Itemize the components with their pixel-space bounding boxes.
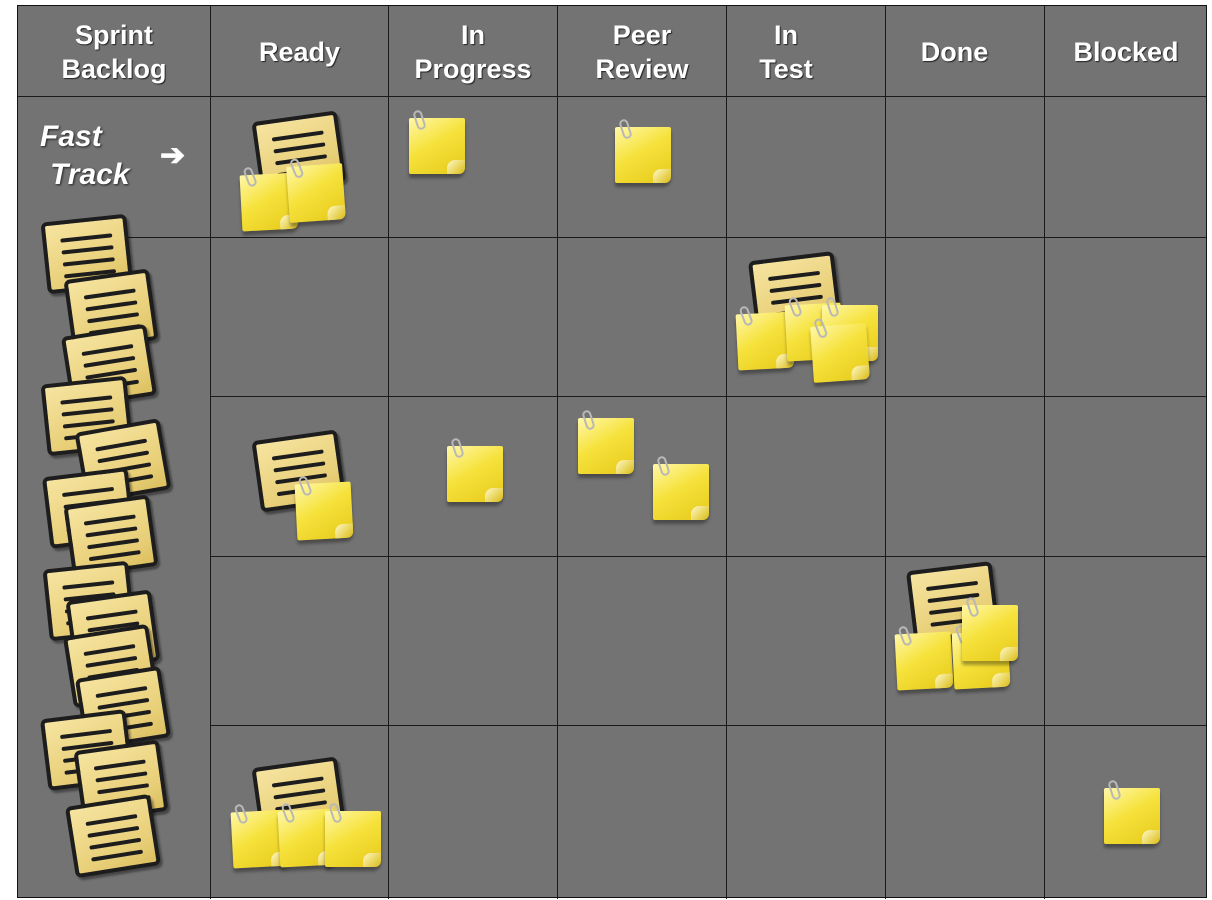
fast-track-line1: Fast [40, 120, 102, 153]
task-note[interactable] [286, 157, 346, 223]
column-header-label: In Progress [414, 19, 532, 84]
story-card[interactable] [64, 793, 162, 879]
task-note[interactable] [1104, 779, 1160, 844]
grid-line [210, 396, 1207, 397]
column-header-label: Ready [258, 36, 341, 67]
task-note[interactable] [810, 317, 870, 383]
fast-track-label: Fast Track [40, 118, 130, 194]
grid-line [388, 6, 389, 899]
task-note[interactable] [325, 802, 381, 867]
grid-line [210, 725, 1207, 726]
task-note[interactable] [294, 475, 354, 541]
column-header-ready: Ready [211, 6, 388, 97]
column-header-label: Sprint Backlog [61, 19, 167, 84]
grid-line [44, 237, 1207, 238]
task-note[interactable] [894, 625, 954, 691]
task-note[interactable] [447, 437, 503, 502]
task-note[interactable] [409, 109, 465, 174]
grid-line [210, 6, 211, 899]
grid-line [726, 6, 727, 899]
grid-line [557, 6, 558, 899]
task-note[interactable] [962, 596, 1018, 661]
column-header-label: In Test [759, 19, 813, 84]
column-header-label: Peer Review [595, 19, 689, 84]
column-header-in-progress: In Progress [389, 6, 557, 97]
column-header-blocked: Blocked [1045, 6, 1207, 97]
fast-track-line2: Track [50, 158, 130, 191]
grid-line [18, 96, 1207, 97]
arrow-right-icon: ➔ [160, 139, 186, 172]
column-header-sprint-backlog: Sprint Backlog [18, 6, 210, 97]
column-header-done: Done [886, 6, 1023, 97]
grid-line [885, 6, 886, 899]
grid-line [210, 556, 1207, 557]
task-note[interactable] [615, 118, 671, 183]
grid-line [1044, 6, 1045, 899]
column-header-in-test: In Test [727, 6, 845, 97]
task-note[interactable] [578, 409, 634, 474]
column-header-label: Blocked [1073, 36, 1179, 67]
column-header-label: Done [920, 36, 989, 67]
column-header-peer-review: Peer Review [558, 6, 726, 97]
task-note[interactable] [653, 455, 709, 520]
